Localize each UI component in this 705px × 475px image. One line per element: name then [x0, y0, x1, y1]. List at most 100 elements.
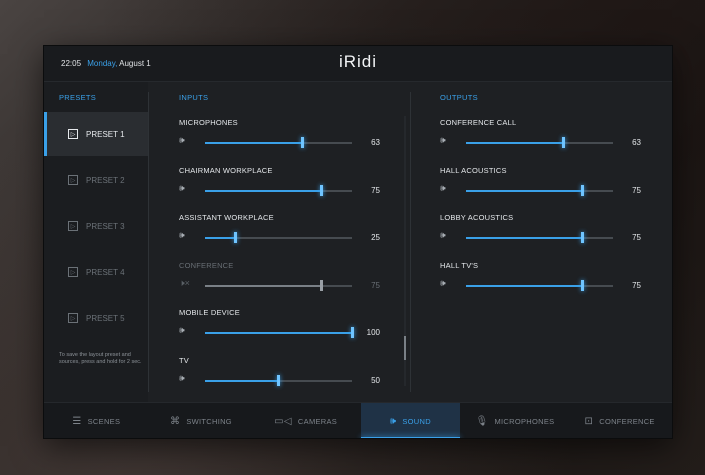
speaker-icon[interactable]: 🕪: [440, 135, 446, 146]
preset-label: PRESET 4: [86, 267, 125, 277]
tab-label: MICROPHONES: [494, 416, 555, 426]
speaker-icon[interactable]: 🕪: [440, 183, 446, 194]
slider-handle[interactable]: [580, 184, 584, 196]
slider-fill: [205, 379, 279, 382]
channel-label: MICROPHONES: [179, 118, 238, 127]
slider-fill: [205, 142, 303, 144]
volume-slider[interactable]: [205, 232, 352, 243]
tab-label: SCENES: [87, 416, 121, 426]
volume-value: 63: [632, 138, 641, 147]
slider-handle[interactable]: [277, 374, 280, 386]
volume-value: 63: [371, 138, 380, 147]
slider-handle[interactable]: [580, 232, 584, 243]
presets-hint: To save the layout preset and sources, p…: [59, 352, 142, 365]
inputs-scrollbar[interactable]: [404, 116, 406, 386]
presets-title: PRESETS: [59, 93, 97, 102]
outputs-title: OUTPUTS: [440, 93, 478, 102]
channel-label: CHAIRMAN WORKPLACE: [179, 165, 273, 175]
channel-label: CONFERENCE: [179, 260, 234, 270]
volume-value: 25: [371, 233, 380, 242]
preset-button[interactable]: ▷ PRESET 3: [44, 204, 148, 248]
speaker-icon: 🕪: [389, 415, 397, 427]
sliders-icon: ☰: [72, 415, 82, 427]
volume-value: 75: [632, 233, 641, 242]
tab-scenes[interactable]: ☰ SCENES: [44, 403, 149, 438]
volume-value: 75: [632, 280, 641, 290]
volume-slider[interactable]: [466, 137, 613, 148]
volume-value: 75: [371, 280, 380, 290]
speaker-icon[interactable]: 🕪: [179, 230, 185, 241]
slider-fill: [205, 237, 236, 239]
slider-handle[interactable]: [319, 279, 323, 291]
preset-button[interactable]: ▷ PRESET 2: [44, 158, 148, 202]
slider-handle[interactable]: [580, 279, 584, 291]
scroll-thumb[interactable]: [404, 336, 406, 360]
tab-label: CAMERAS: [297, 416, 338, 426]
conference-icon: ⊡: [584, 415, 594, 427]
volume-value: 50: [371, 375, 380, 385]
play-icon: ▷: [68, 267, 78, 277]
slider-handle[interactable]: [561, 137, 565, 148]
header-bar: 22:05 Monday, August 1 iRidi: [44, 46, 672, 82]
channel-label: TV: [179, 355, 189, 365]
speaker-icon[interactable]: 🕪: [179, 373, 185, 384]
preset-button[interactable]: ▷ PRESET 1: [44, 112, 148, 156]
speaker-muted-icon[interactable]: 🕨×: [179, 278, 190, 289]
slider-handle[interactable]: [234, 232, 238, 243]
volume-slider[interactable]: [205, 327, 354, 338]
preset-label: PRESET 5: [86, 313, 125, 323]
slider-fill: [466, 237, 583, 239]
tab-label: SWITCHING: [186, 416, 232, 426]
slider-fill: [205, 284, 322, 287]
speaker-icon[interactable]: 🕪: [179, 183, 185, 194]
preset-button[interactable]: ▷ PRESET 4: [44, 250, 148, 294]
channel-label: ASSISTANT WORKPLACE: [179, 213, 274, 222]
inputs-title: INPUTS: [179, 93, 209, 102]
slider-handle[interactable]: [350, 327, 354, 338]
slider-fill: [466, 189, 583, 192]
slider-fill: [466, 142, 564, 144]
volume-slider[interactable]: [205, 137, 352, 148]
divider-columns: [410, 92, 411, 392]
preset-button[interactable]: ▷ PRESET 5: [44, 296, 148, 340]
slider-fill: [205, 332, 352, 334]
volume-value: 100: [366, 328, 380, 337]
divider-presets: [148, 92, 149, 392]
tab-microphones[interactable]: 🎙 MICROPHONES: [463, 403, 568, 438]
volume-slider[interactable]: [466, 232, 613, 243]
play-icon: ▷: [68, 313, 78, 323]
speaker-icon[interactable]: 🕪: [179, 325, 185, 336]
channel-label: HALL ACOUSTICS: [440, 165, 507, 175]
tab-conference[interactable]: ⊡ CONFERENCE: [567, 403, 672, 438]
slider-handle[interactable]: [319, 184, 323, 196]
tab-sound[interactable]: 🕪 SOUND: [361, 403, 460, 438]
slider-fill: [466, 284, 583, 287]
volume-value: 75: [632, 185, 641, 195]
preset-label: PRESET 3: [86, 221, 125, 231]
volume-slider[interactable]: [205, 184, 352, 196]
preset-label: PRESET 2: [86, 175, 125, 185]
volume-slider[interactable]: [205, 279, 352, 291]
slider-handle[interactable]: [300, 137, 304, 148]
switching-icon: ⌘: [170, 415, 181, 427]
tab-label: SOUND: [402, 416, 431, 426]
camera-icon: ▭◁: [274, 415, 292, 427]
tab-switching[interactable]: ⌘ SWITCHING: [149, 403, 254, 438]
touch-panel-screen: 22:05 Monday, August 1 iRidi PRESETS ▷ PR…: [44, 46, 672, 438]
play-icon: ▷: [68, 175, 78, 185]
speaker-icon[interactable]: 🕪: [440, 278, 446, 289]
volume-slider[interactable]: [466, 279, 613, 291]
speaker-icon[interactable]: 🕪: [179, 135, 185, 146]
play-icon: ▷: [68, 221, 78, 231]
slider-fill: [205, 189, 322, 192]
bottom-tab-bar: ☰ SCENES ⌘ SWITCHING ▭◁ CAMERAS 🕪 SOUND 🎙 MICROPH…: [44, 402, 672, 438]
volume-slider[interactable]: [466, 184, 613, 196]
channel-label: CONFERENCE CALL: [440, 118, 517, 127]
play-icon: ▷: [68, 129, 78, 139]
tab-cameras[interactable]: ▭◁ CAMERAS: [253, 403, 358, 438]
channel-label: LOBBY ACOUSTICS: [440, 213, 514, 222]
speaker-icon[interactable]: 🕪: [440, 230, 446, 241]
channel-label: HALL TV'S: [440, 260, 479, 270]
volume-slider[interactable]: [205, 374, 352, 386]
microphone-icon: 🎙: [475, 415, 489, 427]
